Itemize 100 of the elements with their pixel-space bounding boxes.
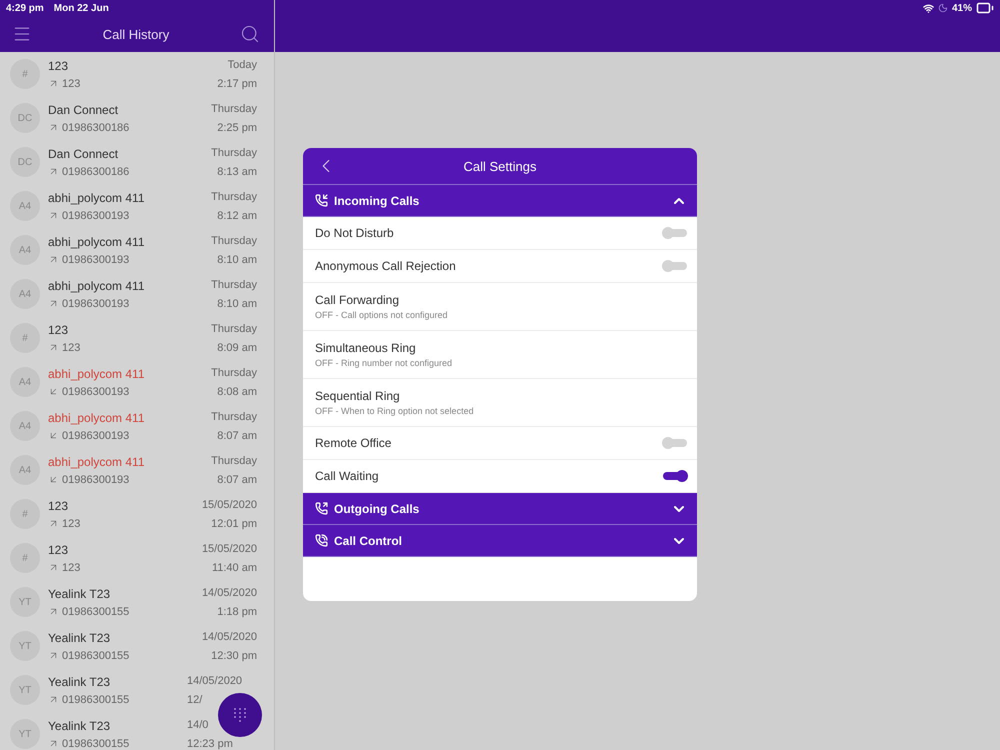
arrow-up-right-icon (48, 254, 59, 265)
caller-number: 123 (62, 518, 80, 530)
call-date: Thursday (211, 102, 257, 114)
caller-number: 01986300155 (62, 606, 130, 618)
call-history-item[interactable]: A4 abhi_polycom 411 01986300193 Thursday 8:10 am (0, 228, 274, 272)
call-history-item[interactable]: YT Yealink T23 01986300155 14/05/2020 12:30 pm (0, 624, 274, 668)
caller-number: 01986300193 (62, 474, 130, 486)
arrow-up-right-icon (48, 650, 59, 661)
call-date: 14/05/2020 (202, 586, 257, 598)
setting-label: Anonymous Call Rejection (315, 259, 456, 273)
avatar: A4 (10, 279, 40, 309)
section-header[interactable]: Incoming Calls (303, 185, 697, 217)
call-time: 12:01 pm (211, 518, 257, 530)
call-history-item[interactable]: # 123 123 Today 2:17 pm (0, 52, 274, 96)
call-history-item[interactable]: DC Dan Connect 01986300186 Thursday 2:25 pm (0, 96, 274, 140)
caller-number: 123 (62, 562, 80, 574)
arrow-up-right-icon (48, 694, 59, 705)
avatar: DC (10, 103, 40, 133)
caller-name: Dan Connect (48, 146, 120, 160)
call-time: 8:07 am (217, 430, 257, 442)
caller-number: 01986300193 (62, 210, 130, 222)
status-time: 4:29 pm (6, 2, 44, 14)
call-time: 8:12 am (217, 210, 257, 222)
setting-status: OFF - Ring number not configured (315, 358, 452, 368)
call-date: 14/05/2020 (202, 630, 257, 642)
caller-name: abhi_polycom 411 (48, 454, 146, 468)
caller-number: 01986300155 (62, 650, 130, 662)
status-date: Mon 22 Jun (54, 2, 109, 14)
call-time: 11:40 am (212, 562, 257, 574)
arrow-down-left-icon (48, 474, 59, 485)
call-time: 2:17 pm (217, 78, 257, 90)
call-time: 8:07 am (217, 474, 257, 486)
caller-number: 01986300193 (62, 430, 130, 442)
caller-number: 01986300193 (62, 386, 130, 398)
dialog-title: Call Settings (464, 158, 536, 174)
avatar: A4 (10, 455, 40, 485)
call-history-item[interactable]: DC Dan Connect 01986300186 Thursday 8:13 am (0, 140, 274, 184)
setting-item[interactable]: Call Forwarding OFF - Call options not configured (303, 283, 697, 331)
arrow-down-left-icon (48, 386, 59, 397)
arrow-up-right-icon (48, 738, 59, 749)
call-history-item[interactable]: YT Yealink T23 01986300155 14/0 12:23 pm (0, 712, 274, 750)
search-button[interactable] (240, 24, 260, 44)
call-history-item[interactable]: A4 abhi_polycom 411 01986300193 Thursday 8:12 am (0, 184, 274, 228)
arrow-down-left-icon (48, 430, 59, 441)
phone-icon (315, 502, 328, 515)
phone-icon (315, 534, 328, 547)
avatar: A4 (10, 191, 40, 221)
setting-status: OFF - When to Ring option not selected (315, 406, 474, 416)
call-date: 14/0 (187, 718, 208, 730)
caller-number: 01986300193 (62, 254, 130, 266)
setting-status: OFF - Call options not configured (315, 310, 448, 320)
arrow-up-right-icon (48, 210, 59, 221)
call-date: Thursday (211, 146, 257, 158)
arrow-up-right-icon (48, 562, 59, 573)
caller-name: abhi_polycom 411 (48, 278, 146, 292)
call-history-item[interactable]: # 123 123 15/05/2020 12:01 pm (0, 492, 274, 536)
setting-item[interactable]: Sequential Ring OFF - When to Ring option not selected (303, 379, 697, 427)
setting-label: Sequential Ring (315, 389, 401, 403)
toggle-switch[interactable] (663, 229, 687, 237)
dialpad-button[interactable] (218, 693, 262, 737)
section-header[interactable]: Call Control (303, 525, 697, 557)
arrow-up-right-icon (48, 298, 59, 309)
caller-name: 123 (48, 498, 70, 512)
call-time: 8:10 am (217, 298, 257, 310)
call-history-item[interactable]: A4 abhi_polycom 411 01986300193 Thursday 8:10 am (0, 272, 274, 316)
call-history-item[interactable]: YT Yealink T23 01986300155 14/05/2020 1:18 pm (0, 580, 274, 624)
toggle-switch[interactable] (663, 262, 687, 270)
setting-item[interactable]: Simultaneous Ring OFF - Ring number not configured (303, 331, 697, 379)
call-history-item[interactable]: A4 abhi_polycom 411 01986300193 Thursday 8:08 am (0, 360, 274, 404)
avatar: A4 (10, 235, 40, 265)
call-date: Thursday (211, 322, 257, 334)
call-time: 8:10 am (217, 254, 257, 266)
call-time: 8:08 am (217, 386, 257, 398)
caller-number: 01986300193 (62, 298, 130, 310)
call-time: 12/ (187, 694, 202, 706)
call-time: 2:25 pm (217, 122, 257, 134)
arrow-up-right-icon (48, 122, 59, 133)
caller-number: 01986300186 (62, 122, 130, 134)
call-history-item[interactable]: YT Yealink T23 01986300155 14/05/2020 12/ (0, 668, 274, 712)
setting-label: Call Forwarding (315, 293, 400, 307)
call-date: Thursday (211, 234, 257, 246)
toggle-switch[interactable] (663, 439, 687, 447)
caller-name: abhi_polycom 411 (48, 366, 146, 380)
caller-name: Yealink T23 (48, 718, 112, 732)
avatar: YT (10, 631, 40, 661)
setting-label: Do Not Disturb (315, 226, 394, 240)
call-history-item[interactable]: # 123 123 15/05/2020 11:40 am (0, 536, 274, 580)
caller-number: 123 (62, 78, 80, 90)
avatar: DC (10, 147, 40, 177)
call-time: 8:13 am (217, 166, 257, 178)
caller-name: 123 (48, 322, 70, 336)
avatar: YT (10, 587, 40, 617)
call-history-item[interactable]: A4 abhi_polycom 411 01986300193 Thursday 8:07 am (0, 448, 274, 492)
search-icon (240, 24, 260, 44)
call-history-item[interactable]: A4 abhi_polycom 411 01986300193 Thursday 8:07 am (0, 404, 274, 448)
section-header[interactable]: Outgoing Calls (303, 493, 697, 525)
caller-number: 01986300155 (62, 738, 130, 750)
avatar: # (10, 499, 40, 529)
toggle-switch[interactable] (663, 472, 687, 480)
call-history-item[interactable]: # 123 123 Thursday 8:09 am (0, 316, 274, 360)
